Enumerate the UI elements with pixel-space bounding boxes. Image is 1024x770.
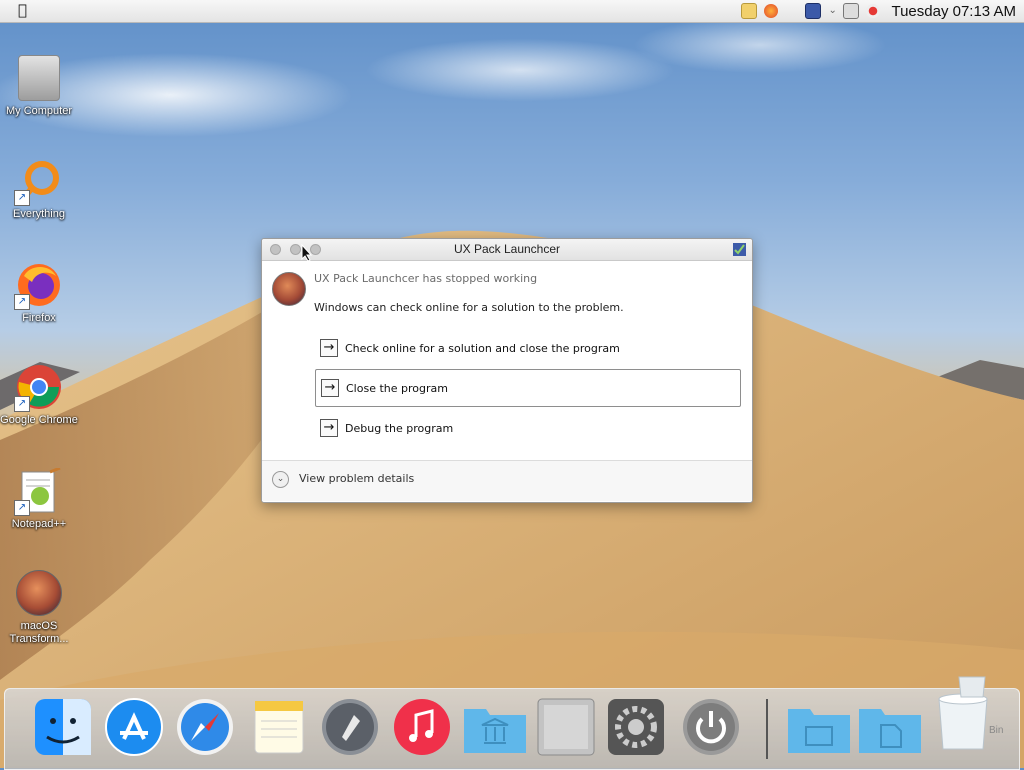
shield-tray-icon[interactable] (805, 3, 822, 19)
debug-program-option[interactable]: → Debug the program (315, 409, 741, 447)
arrow-right-icon: → (321, 379, 339, 397)
app-shield-icon (733, 243, 746, 256)
finder-dock-icon[interactable] (33, 697, 93, 757)
macos-transformation-icon (16, 570, 62, 616)
option-label: Close the program (346, 381, 448, 395)
trash-dock-icon[interactable]: Bin (933, 675, 1013, 750)
arrow-right-icon: → (320, 419, 338, 437)
dock-separator (766, 699, 768, 759)
dock: Bin (4, 676, 1020, 770)
power-dock-icon[interactable] (681, 697, 741, 757)
shortcut-arrow-icon: ↗ (14, 396, 30, 412)
desktop-icon-everything[interactable]: ↗ Everything (0, 158, 78, 221)
documents-folder-dock-icon[interactable] (857, 697, 921, 757)
desktop-icon-label: Notepad++ (11, 518, 67, 530)
clock[interactable]: Tuesday 07:13 AM (891, 3, 1016, 20)
system-tray: ⌄ Tuesday 07:13 AM (741, 0, 1024, 22)
desktop-icon-label: My Computer (5, 105, 73, 117)
view-problem-details-link[interactable]: View problem details (299, 472, 414, 485)
arrow-right-icon: → (320, 339, 338, 357)
app-icon (272, 272, 306, 306)
launchpad-dock-icon[interactable] (320, 697, 380, 757)
chrome-icon: ↗ (14, 364, 62, 412)
desktop-icon-macos-transformation[interactable]: macOS Transform... (0, 570, 78, 646)
desktop-icon-label: macOS Transform... (9, 620, 69, 645)
dialog-title: UX Pack Launchcer (453, 242, 561, 256)
desktop-icon-label: Google Chrome (0, 414, 78, 426)
option-label: Debug the program (345, 421, 454, 435)
option-label: Check online for a solution and close th… (345, 341, 620, 355)
shortcut-arrow-icon: ↗ (14, 500, 30, 516)
problem-details-bar: ⌄ View problem details (262, 460, 752, 501)
volume-muted-icon[interactable] (866, 4, 881, 18)
desktop-icon-firefox[interactable]: ↗ Firefox (0, 262, 78, 325)
desktop-icon-my-computer[interactable]: My Computer (0, 55, 78, 118)
computer-icon (18, 55, 60, 101)
shortcut-arrow-icon: ↗ (14, 294, 30, 310)
library-folder-dock-icon[interactable] (462, 697, 526, 757)
computer-dock-icon[interactable] (536, 697, 596, 757)
close-program-option[interactable]: → Close the program (315, 369, 741, 407)
network-tray-icon[interactable] (843, 3, 860, 19)
music-dock-icon[interactable] (392, 697, 452, 757)
chevron-down-icon[interactable]: ⌄ (272, 471, 289, 488)
everything-search-icon: ↗ (14, 158, 62, 206)
app-store-dock-icon[interactable] (104, 697, 164, 757)
apple-menu-icon[interactable]:  (18, 1, 27, 19)
system-preferences-dock-icon[interactable] (606, 697, 666, 757)
trash-label: Bin (989, 725, 1004, 736)
desktop-icon-google-chrome[interactable]: ↗ Google Chrome (0, 364, 78, 427)
dialog-message: Windows can check online for a solution … (314, 301, 624, 314)
firefox-tray-icon[interactable] (764, 4, 779, 18)
app-crash-dialog: UX Pack Launchcer UX Pack Launchcer has … (261, 238, 753, 503)
dialog-heading: UX Pack Launchcer has stopped working (314, 272, 538, 285)
menu-bar:  ⌄ Tuesday 07:13 AM (0, 0, 1024, 23)
desktop-icon-label: Firefox (22, 312, 56, 324)
check-online-option[interactable]: → Check online for a solution and close … (315, 329, 741, 367)
shortcut-arrow-icon: ↗ (14, 190, 30, 206)
notepad-plus-plus-icon: ↗ (14, 466, 62, 516)
folder-tray-icon[interactable] (741, 3, 758, 19)
dialog-title-bar[interactable]: UX Pack Launchcer (262, 239, 752, 261)
safari-dock-icon[interactable] (175, 697, 235, 757)
desktop-icon-label: Everything (13, 208, 65, 220)
firefox-icon: ↗ (14, 262, 62, 310)
desktop-icon-notepad-plus-plus[interactable]: ↗ Notepad++ (0, 466, 78, 531)
chevron-down-icon[interactable]: ⌄ (828, 4, 836, 18)
desktop-folder-dock-icon[interactable] (786, 697, 850, 757)
mouse-cursor-icon (301, 244, 313, 262)
notes-dock-icon[interactable] (249, 697, 309, 757)
